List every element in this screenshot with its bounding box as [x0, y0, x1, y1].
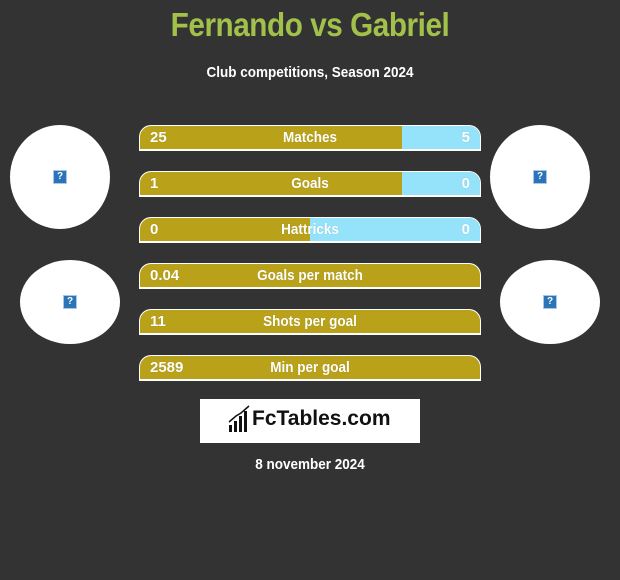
left-player-avatar: ?	[10, 125, 110, 229]
left-value: 11	[150, 313, 166, 330]
stat-row: Matches 25 5	[139, 125, 481, 151]
missing-image-icon: ?	[533, 170, 547, 184]
stat-label: Shots per goal	[263, 313, 357, 330]
left-club-logo: ?	[20, 260, 120, 344]
stat-row: Goals per match 0.04	[139, 263, 481, 289]
stat-label: Hattricks	[281, 221, 339, 238]
page-title: Fernando vs Gabriel	[170, 6, 450, 43]
left-value: 1	[150, 175, 159, 192]
stat-label: Goals	[291, 175, 329, 192]
date-label: 8 november 2024	[255, 456, 365, 473]
right-value: 5	[461, 129, 470, 146]
right-value: 0	[461, 175, 470, 192]
left-value: 0.04	[150, 267, 180, 284]
missing-image-icon: ?	[63, 295, 77, 309]
stat-row: Hattricks 0 0	[139, 217, 481, 243]
bar-chart-icon	[228, 405, 250, 432]
logo-text: FcTables.com	[252, 407, 391, 430]
stat-label: Matches	[282, 129, 338, 146]
missing-image-icon: ?	[543, 295, 557, 309]
competition-subtitle: Club competitions, Season 2024	[206, 64, 414, 81]
right-club-logo: ?	[500, 260, 600, 344]
missing-image-icon: ?	[53, 170, 67, 184]
stat-row: Goals 1 0	[139, 171, 481, 197]
stat-row: Shots per goal 11	[139, 309, 481, 335]
left-value: 25	[150, 129, 167, 146]
left-value: 0	[150, 221, 159, 238]
left-value: 2589	[150, 359, 184, 376]
stat-label: Goals per match	[257, 267, 363, 284]
right-player-avatar: ?	[490, 125, 590, 229]
stat-label: Min per goal	[270, 359, 350, 376]
fctables-logo[interactable]: FcTables.com	[200, 399, 420, 443]
stat-row: Min per goal 2589	[139, 355, 481, 381]
right-value: 0	[461, 221, 470, 238]
